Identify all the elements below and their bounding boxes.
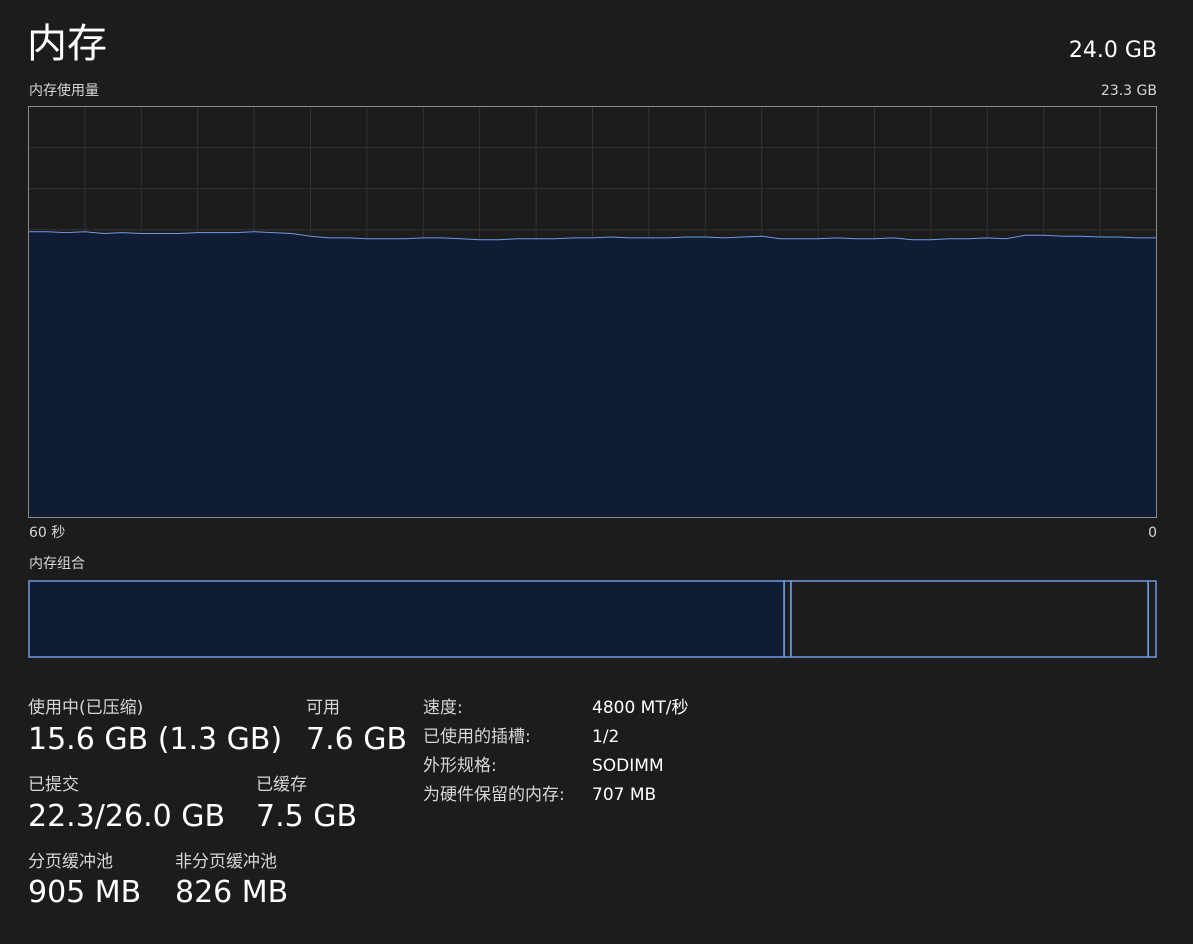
nonpaged-pool-label: 非分页缓冲池	[175, 852, 277, 872]
in-use-label: 使用中(已压缩)	[28, 698, 144, 718]
memory-composition-bar	[28, 580, 1157, 658]
speed-label: 速度:	[423, 698, 463, 718]
committed-label: 已提交	[28, 775, 79, 795]
form-factor-label: 外形规格:	[423, 756, 497, 776]
available-label: 可用	[306, 698, 340, 718]
paged-pool-label: 分页缓冲池	[28, 852, 113, 872]
speed-value: 4800 MT/秒	[592, 698, 689, 718]
graph-axis-end-label: 0	[1148, 525, 1157, 541]
composition-free-segment	[1147, 580, 1157, 658]
total-memory-capacity: 24.0 GB	[1068, 38, 1157, 63]
available-value: 7.6 GB	[306, 722, 408, 757]
hardware-reserved-value: 707 MB	[592, 785, 657, 805]
memory-usage-area	[28, 231, 1157, 518]
slots-used-label: 已使用的插槽:	[423, 727, 531, 747]
composition-standby-segment	[790, 580, 1149, 658]
hardware-reserved-label: 为硬件保留的内存:	[423, 785, 565, 805]
form-factor-value: SODIMM	[592, 756, 664, 776]
cached-value: 7.5 GB	[256, 799, 358, 834]
committed-value: 22.3/26.0 GB	[28, 799, 226, 834]
page-title: 内存	[27, 21, 107, 67]
slots-used-value: 1/2	[592, 727, 620, 747]
memory-usage-max-label: 23.3 GB	[1100, 83, 1157, 99]
memory-usage-label: 内存使用量	[29, 83, 99, 99]
memory-usage-graph	[28, 106, 1157, 518]
paged-pool-value: 905 MB	[28, 875, 142, 910]
nonpaged-pool-value: 826 MB	[175, 875, 289, 910]
composition-modified-segment	[783, 580, 792, 658]
cached-label: 已缓存	[256, 775, 307, 795]
composition-in-use-segment	[28, 580, 785, 658]
graph-axis-start-label: 60 秒	[29, 525, 66, 541]
memory-composition-label: 内存组合	[29, 556, 85, 572]
in-use-value: 15.6 GB (1.3 GB)	[28, 722, 283, 757]
